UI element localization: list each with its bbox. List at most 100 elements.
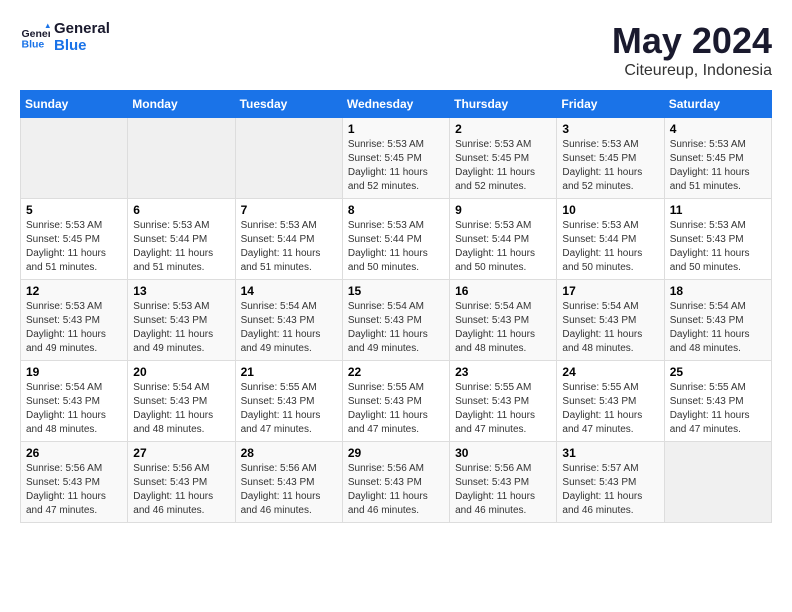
page-header: General Blue General Blue May 2024 Citeu… — [20, 20, 772, 80]
header-tuesday: Tuesday — [235, 91, 342, 118]
day-number: 25 — [670, 365, 766, 379]
day-info: Sunrise: 5:56 AM Sunset: 5:43 PM Dayligh… — [241, 462, 337, 518]
header-sunday: Sunday — [21, 91, 128, 118]
day-info: Sunrise: 5:57 AM Sunset: 5:43 PM Dayligh… — [562, 462, 658, 518]
calendar-cell: 25 Sunrise: 5:55 AM Sunset: 5:43 PM Dayli… — [664, 361, 771, 442]
calendar-cell: 2 Sunrise: 5:53 AM Sunset: 5:45 PM Daylig… — [450, 118, 557, 199]
day-info: Sunrise: 5:53 AM Sunset: 5:45 PM Dayligh… — [562, 138, 658, 194]
calendar-cell: 3 Sunrise: 5:53 AM Sunset: 5:45 PM Daylig… — [557, 118, 664, 199]
day-number: 8 — [348, 203, 444, 217]
day-number: 3 — [562, 122, 658, 136]
calendar-week-row: 1 Sunrise: 5:53 AM Sunset: 5:45 PM Daylig… — [21, 118, 772, 199]
day-info: Sunrise: 5:53 AM Sunset: 5:44 PM Dayligh… — [241, 219, 337, 275]
day-number: 1 — [348, 122, 444, 136]
calendar-cell: 10 Sunrise: 5:53 AM Sunset: 5:44 PM Dayli… — [557, 199, 664, 280]
day-number: 5 — [26, 203, 122, 217]
day-info: Sunrise: 5:56 AM Sunset: 5:43 PM Dayligh… — [133, 462, 229, 518]
day-number: 31 — [562, 446, 658, 460]
logo-line1: General — [54, 20, 110, 37]
calendar-week-row: 26 Sunrise: 5:56 AM Sunset: 5:43 PM Dayli… — [21, 442, 772, 523]
calendar-cell: 24Sunrise: 5:55 AM Sunset: 5:43 PM Dayli… — [557, 361, 664, 442]
title-block: May 2024 Citeureup, Indonesia — [612, 20, 772, 80]
day-number: 22 — [348, 365, 444, 379]
day-number: 21 — [241, 365, 337, 379]
calendar-cell — [664, 442, 771, 523]
calendar-cell: 18 Sunrise: 5:54 AM Sunset: 5:43 PM Dayli… — [664, 280, 771, 361]
day-number: 26 — [26, 446, 122, 460]
day-info: Sunrise: 5:53 AM Sunset: 5:45 PM Dayligh… — [670, 138, 766, 194]
day-number: 2 — [455, 122, 551, 136]
day-number: 30 — [455, 446, 551, 460]
header-wednesday: Wednesday — [342, 91, 449, 118]
calendar-cell: 12 Sunrise: 5:53 AM Sunset: 5:43 PM Dayli… — [21, 280, 128, 361]
day-info: Sunrise: 5:56 AM Sunset: 5:43 PM Dayligh… — [455, 462, 551, 518]
calendar-week-row: 19 Sunrise: 5:54 AM Sunset: 5:43 PM Dayli… — [21, 361, 772, 442]
calendar-cell: 6Sunrise: 5:53 AM Sunset: 5:44 PM Daylig… — [128, 199, 235, 280]
subtitle: Citeureup, Indonesia — [612, 62, 772, 80]
day-info: Sunrise: 5:56 AM Sunset: 5:43 PM Dayligh… — [26, 462, 122, 518]
calendar-cell: 27 Sunrise: 5:56 AM Sunset: 5:43 PM Dayli… — [128, 442, 235, 523]
day-info: Sunrise: 5:54 AM Sunset: 5:43 PM Dayligh… — [455, 300, 551, 356]
calendar-header-row: SundayMondayTuesdayWednesdayThursdayFrid… — [21, 91, 772, 118]
day-number: 23 — [455, 365, 551, 379]
calendar-cell: 17Sunrise: 5:54 AM Sunset: 5:43 PM Dayli… — [557, 280, 664, 361]
calendar-week-row: 5 Sunrise: 5:53 AM Sunset: 5:45 PM Daylig… — [21, 199, 772, 280]
header-saturday: Saturday — [664, 91, 771, 118]
day-number: 15 — [348, 284, 444, 298]
day-info: Sunrise: 5:55 AM Sunset: 5:43 PM Dayligh… — [670, 381, 766, 437]
main-title: May 2024 — [612, 20, 772, 62]
calendar-cell — [235, 118, 342, 199]
day-info: Sunrise: 5:53 AM Sunset: 5:44 PM Dayligh… — [348, 219, 444, 275]
day-info: Sunrise: 5:54 AM Sunset: 5:43 PM Dayligh… — [670, 300, 766, 356]
calendar-cell: 28Sunrise: 5:56 AM Sunset: 5:43 PM Dayli… — [235, 442, 342, 523]
calendar-cell: 5 Sunrise: 5:53 AM Sunset: 5:45 PM Daylig… — [21, 199, 128, 280]
header-thursday: Thursday — [450, 91, 557, 118]
day-info: Sunrise: 5:53 AM Sunset: 5:45 PM Dayligh… — [348, 138, 444, 194]
calendar-cell — [21, 118, 128, 199]
day-number: 13 — [133, 284, 229, 298]
day-number: 9 — [455, 203, 551, 217]
header-monday: Monday — [128, 91, 235, 118]
day-number: 16 — [455, 284, 551, 298]
day-info: Sunrise: 5:53 AM Sunset: 5:44 PM Dayligh… — [455, 219, 551, 275]
calendar-cell: 8 Sunrise: 5:53 AM Sunset: 5:44 PM Daylig… — [342, 199, 449, 280]
day-number: 12 — [26, 284, 122, 298]
day-info: Sunrise: 5:53 AM Sunset: 5:45 PM Dayligh… — [26, 219, 122, 275]
day-info: Sunrise: 5:54 AM Sunset: 5:43 PM Dayligh… — [241, 300, 337, 356]
calendar-cell: 22 Sunrise: 5:55 AM Sunset: 5:43 PM Dayli… — [342, 361, 449, 442]
day-info: Sunrise: 5:53 AM Sunset: 5:45 PM Dayligh… — [455, 138, 551, 194]
calendar-cell: 19 Sunrise: 5:54 AM Sunset: 5:43 PM Dayli… — [21, 361, 128, 442]
day-number: 6 — [133, 203, 229, 217]
day-number: 7 — [241, 203, 337, 217]
day-number: 17 — [562, 284, 658, 298]
day-info: Sunrise: 5:53 AM Sunset: 5:44 PM Dayligh… — [562, 219, 658, 275]
day-number: 18 — [670, 284, 766, 298]
calendar-cell: 30 Sunrise: 5:56 AM Sunset: 5:43 PM Dayli… — [450, 442, 557, 523]
day-info: Sunrise: 5:55 AM Sunset: 5:43 PM Dayligh… — [241, 381, 337, 437]
day-number: 20 — [133, 365, 229, 379]
calendar-cell: 15 Sunrise: 5:54 AM Sunset: 5:43 PM Dayli… — [342, 280, 449, 361]
calendar-cell: 20Sunrise: 5:54 AM Sunset: 5:43 PM Dayli… — [128, 361, 235, 442]
day-number: 11 — [670, 203, 766, 217]
logo-icon: General Blue — [20, 22, 50, 52]
day-number: 10 — [562, 203, 658, 217]
calendar-cell: 21 Sunrise: 5:55 AM Sunset: 5:43 PM Dayli… — [235, 361, 342, 442]
svg-text:Blue: Blue — [22, 39, 45, 51]
calendar-cell: 9 Sunrise: 5:53 AM Sunset: 5:44 PM Daylig… — [450, 199, 557, 280]
day-number: 27 — [133, 446, 229, 460]
day-number: 24 — [562, 365, 658, 379]
day-info: Sunrise: 5:55 AM Sunset: 5:43 PM Dayligh… — [348, 381, 444, 437]
day-number: 4 — [670, 122, 766, 136]
day-info: Sunrise: 5:54 AM Sunset: 5:43 PM Dayligh… — [26, 381, 122, 437]
calendar-cell — [128, 118, 235, 199]
logo: General Blue General Blue — [20, 20, 110, 54]
calendar-cell: 23Sunrise: 5:55 AM Sunset: 5:43 PM Dayli… — [450, 361, 557, 442]
day-info: Sunrise: 5:53 AM Sunset: 5:43 PM Dayligh… — [670, 219, 766, 275]
calendar-week-row: 12 Sunrise: 5:53 AM Sunset: 5:43 PM Dayli… — [21, 280, 772, 361]
day-number: 19 — [26, 365, 122, 379]
day-info: Sunrise: 5:54 AM Sunset: 5:43 PM Dayligh… — [348, 300, 444, 356]
day-info: Sunrise: 5:53 AM Sunset: 5:43 PM Dayligh… — [26, 300, 122, 356]
day-number: 29 — [348, 446, 444, 460]
calendar-cell: 31 Sunrise: 5:57 AM Sunset: 5:43 PM Dayli… — [557, 442, 664, 523]
calendar-cell: 14Sunrise: 5:54 AM Sunset: 5:43 PM Dayli… — [235, 280, 342, 361]
